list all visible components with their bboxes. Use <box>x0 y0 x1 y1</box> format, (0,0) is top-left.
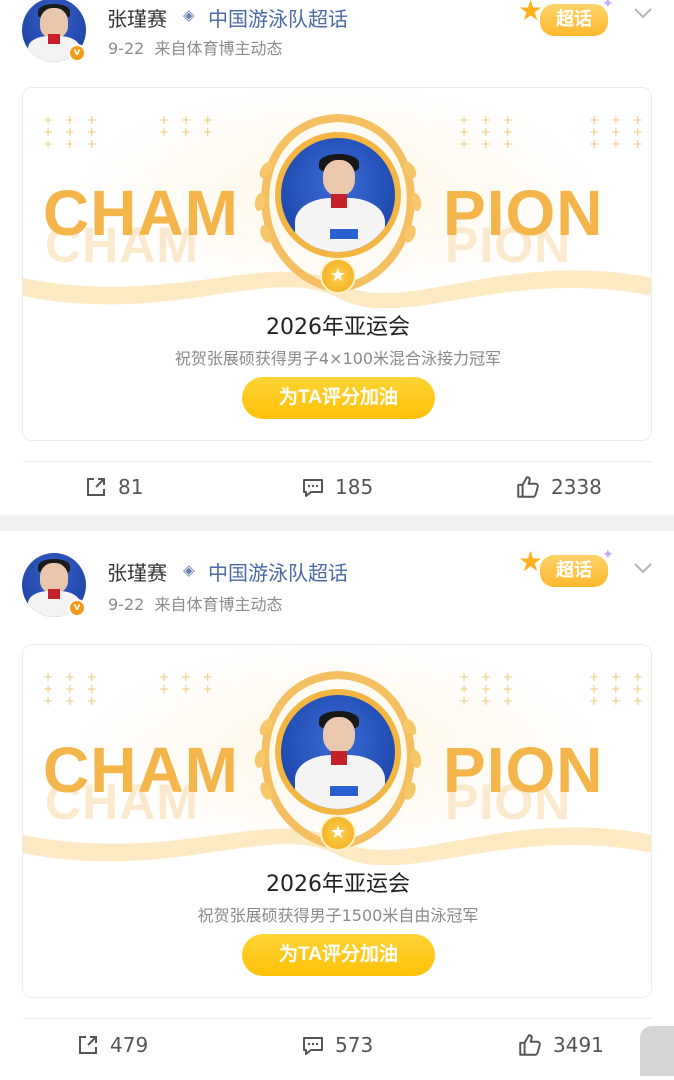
like-button[interactable]: 3491 <box>517 1030 604 1060</box>
avatar-collar <box>48 589 60 599</box>
sparkle-icon: ✦ <box>602 547 614 563</box>
athlete-photo <box>275 132 401 258</box>
photo-face <box>323 717 355 753</box>
chaohua-badge[interactable]: ★ 超话 ✦ <box>514 0 620 42</box>
banner-text-left: CHAM <box>43 734 239 806</box>
topic-link[interactable]: 中国游泳队超话 <box>208 3 348 32</box>
post-meta: 9-22 来自体育博主动态 <box>108 591 283 615</box>
verified-badge: v <box>68 599 86 617</box>
comment-button[interactable]: 185 <box>301 472 373 502</box>
decor-dots: + + + + + + + + + <box>459 113 517 151</box>
share-count: 479 <box>110 1033 149 1057</box>
chaohua-badge[interactable]: ★ 超话 ✦ <box>514 545 620 593</box>
decor-dots: + + + + + + <box>159 670 217 696</box>
banner-text-right: PION <box>443 177 604 249</box>
like-count: 2338 <box>551 475 602 499</box>
decor-dots: + + + + + + + + + <box>589 670 647 708</box>
share-button[interactable]: 81 <box>84 472 143 502</box>
username[interactable]: 张瑾赛 <box>107 557 167 586</box>
sparkle-icon: ✦ <box>602 0 614 12</box>
star-medal-icon: ★ <box>320 258 356 294</box>
chevron-down-icon[interactable] <box>632 557 654 579</box>
divider <box>22 1018 652 1019</box>
like-count: 3491 <box>553 1033 604 1057</box>
comment-count: 185 <box>335 475 374 499</box>
post-source: 来自体育博主动态 <box>154 39 283 58</box>
divider <box>22 461 652 462</box>
feed-separator <box>0 515 674 531</box>
champion-card[interactable]: + + + + + + + + + + + + + + + + + + + + + + +… <box>22 644 652 998</box>
weibo-post: v 张瑾赛 ◈ 中国游泳队超话 9-22 来自体育博主动态 ★ 超话 ✦ + +… <box>0 0 674 515</box>
decor-dots: + + + + + + <box>159 113 217 139</box>
like-icon <box>517 476 539 498</box>
post-source: 来自体育博主动态 <box>154 595 283 614</box>
champion-card[interactable]: + + + + + + + + + + + + + + + + + + + + + + +… <box>22 87 652 441</box>
like-button[interactable]: 2338 <box>515 472 602 502</box>
athlete-photo <box>275 689 401 815</box>
floating-scroll-button[interactable] <box>640 1026 674 1076</box>
diamond-icon: ◈ <box>183 561 195 579</box>
photo-collar <box>331 194 347 208</box>
photo-accreditation <box>329 785 359 797</box>
username[interactable]: 张瑾赛 <box>107 3 167 32</box>
share-icon <box>79 1036 97 1054</box>
comment-icon <box>303 479 323 497</box>
event-title: 2026年亚运会 <box>266 315 410 340</box>
post-meta: 9-22 来自体育博主动态 <box>108 35 283 59</box>
chaohua-label: 超话 <box>540 555 608 587</box>
medal-portrait: ★ <box>248 110 428 300</box>
comment-icon <box>303 1037 323 1055</box>
photo-face <box>323 160 355 196</box>
comment-button[interactable]: 573 <box>301 1030 373 1060</box>
photo-collar <box>331 751 347 765</box>
star-medal-icon: ★ <box>320 815 356 851</box>
decor-dots: + + + + + + + + + <box>459 670 517 708</box>
topic-link[interactable]: 中国游泳队超话 <box>208 557 348 586</box>
cheer-button[interactable]: 为TA评分加油 <box>242 934 435 976</box>
decor-dots: + + + + + + + + + <box>43 670 101 708</box>
photo-accreditation <box>329 228 359 240</box>
like-icon <box>519 1034 541 1056</box>
decor-dots: + + + + + + + + + <box>589 113 647 151</box>
event-description: 祝贺张展硕获得男子1500米自由泳冠军 <box>197 906 479 925</box>
avatar-collar <box>48 34 60 44</box>
verified-badge: v <box>68 44 86 62</box>
post-date: 9-22 <box>108 39 145 58</box>
event-title: 2026年亚运会 <box>266 872 410 897</box>
share-count: 81 <box>118 475 144 499</box>
comment-count: 573 <box>335 1033 374 1057</box>
share-button[interactable]: 479 <box>76 1030 148 1060</box>
event-description: 祝贺张展硕获得男子4×100米混合泳接力冠军 <box>174 349 502 368</box>
diamond-icon: ◈ <box>183 6 195 24</box>
banner-text-right: PION <box>443 734 604 806</box>
post-date: 9-22 <box>108 595 145 614</box>
chevron-down-icon[interactable] <box>632 2 654 24</box>
chaohua-label: 超话 <box>540 4 608 36</box>
share-icon <box>87 478 105 496</box>
banner-text-left: CHAM <box>43 177 239 249</box>
weibo-post: v 张瑾赛 ◈ 中国游泳队超话 9-22 来自体育博主动态 ★ 超话 ✦ + +… <box>0 531 674 1080</box>
cheer-button[interactable]: 为TA评分加油 <box>242 377 435 419</box>
decor-dots: + + + + + + + + + <box>43 113 101 151</box>
medal-portrait: ★ <box>248 667 428 857</box>
